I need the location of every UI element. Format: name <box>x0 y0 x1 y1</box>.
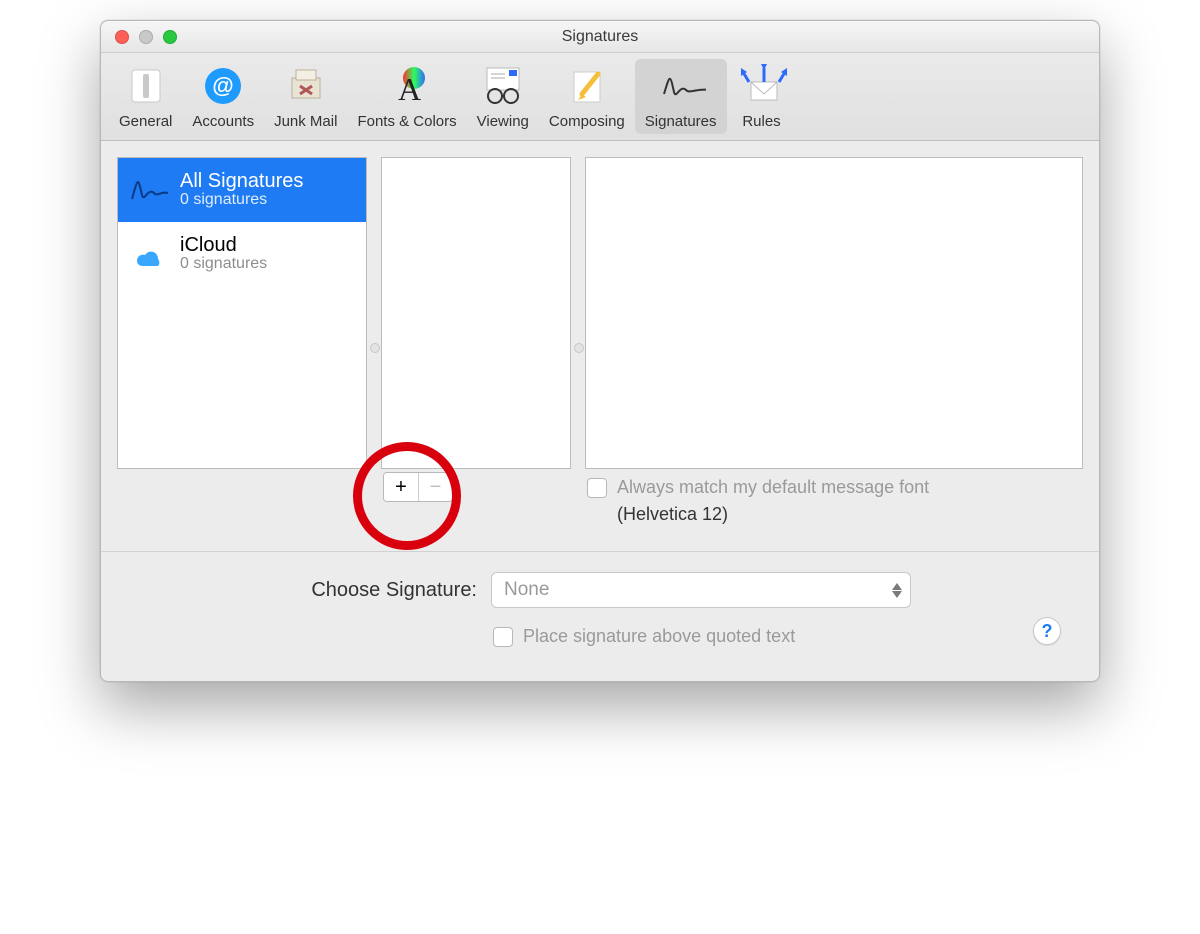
remove-signature-button[interactable]: − <box>418 473 452 501</box>
account-text: All Signatures 0 signatures <box>180 171 303 209</box>
choose-signature-select[interactable]: None <box>491 572 911 608</box>
tab-label: Fonts & Colors <box>357 113 456 130</box>
tab-general[interactable]: General <box>109 59 182 134</box>
resize-handle-icon[interactable] <box>574 343 584 353</box>
account-text: iCloud 0 signatures <box>180 235 267 273</box>
add-remove-signature: + − <box>383 472 453 502</box>
window-title: Signatures <box>101 28 1099 46</box>
preferences-toolbar: General @ Accounts Junk Mail A Fonts & C… <box>101 53 1099 141</box>
viewing-icon <box>478 61 528 111</box>
account-name: All Signatures <box>180 171 303 191</box>
signatures-panel: All Signatures 0 signatures iCloud 0 sig… <box>101 141 1099 677</box>
tab-label: General <box>119 113 172 130</box>
match-font-group: Always match my default message font (He… <box>587 477 929 525</box>
zoom-window-button[interactable] <box>163 30 177 44</box>
chevron-up-down-icon <box>892 583 902 598</box>
general-icon <box>121 61 171 111</box>
match-font-label: Always match my default message font <box>617 477 929 498</box>
tab-label: Accounts <box>192 113 254 130</box>
signatures-icon <box>656 61 706 111</box>
match-font-checkbox[interactable] <box>587 478 607 498</box>
accounts-icon: @ <box>198 61 248 111</box>
add-signature-button[interactable]: + <box>384 473 418 501</box>
match-font-note: (Helvetica 12) <box>587 504 929 525</box>
tab-label: Composing <box>549 113 625 130</box>
resize-handle-icon[interactable] <box>370 343 380 353</box>
signature-editor-pane[interactable] <box>585 157 1083 469</box>
tab-rules[interactable]: Rules <box>727 59 797 134</box>
tab-label: Viewing <box>477 113 529 130</box>
account-sub: 0 signatures <box>180 255 267 273</box>
fonts-colors-icon: A <box>382 61 432 111</box>
help-button[interactable]: ? <box>1033 617 1061 645</box>
svg-text:A: A <box>398 71 421 107</box>
tab-label: Junk Mail <box>274 113 337 130</box>
choose-signature-label: Choose Signature: <box>137 579 477 602</box>
account-row-all-signatures[interactable]: All Signatures 0 signatures <box>118 158 366 222</box>
titlebar: Signatures <box>101 21 1099 53</box>
signatures-list-pane[interactable] <box>381 157 571 469</box>
tab-fonts-colors[interactable]: A Fonts & Colors <box>347 59 466 134</box>
tab-composing[interactable]: Composing <box>539 59 635 134</box>
bottom-panel: Choose Signature: None Place signature a… <box>117 552 1083 661</box>
close-window-button[interactable] <box>115 30 129 44</box>
traffic-lights <box>101 30 177 44</box>
place-above-label: Place signature above quoted text <box>523 626 795 647</box>
tab-label: Rules <box>742 113 780 130</box>
place-above-checkbox[interactable] <box>493 627 513 647</box>
tab-accounts[interactable]: @ Accounts <box>182 59 264 134</box>
icloud-icon <box>128 233 170 275</box>
preferences-window: Signatures General @ Accounts Junk Mail … <box>100 20 1100 682</box>
account-sub: 0 signatures <box>180 191 303 209</box>
tab-label: Signatures <box>645 113 717 130</box>
svg-text:@: @ <box>212 73 233 98</box>
rules-icon <box>737 61 787 111</box>
account-row-icloud[interactable]: iCloud 0 signatures <box>118 222 366 286</box>
tab-signatures[interactable]: Signatures <box>635 59 727 134</box>
help-icon: ? <box>1042 621 1053 642</box>
composing-icon <box>562 61 612 111</box>
choose-signature-value: None <box>504 579 549 601</box>
account-name: iCloud <box>180 235 267 255</box>
accounts-pane[interactable]: All Signatures 0 signatures iCloud 0 sig… <box>117 157 367 469</box>
signature-icon <box>128 169 170 211</box>
tab-viewing[interactable]: Viewing <box>467 59 539 134</box>
tab-junk-mail[interactable]: Junk Mail <box>264 59 347 134</box>
minimize-window-button[interactable] <box>139 30 153 44</box>
junk-mail-icon <box>281 61 331 111</box>
